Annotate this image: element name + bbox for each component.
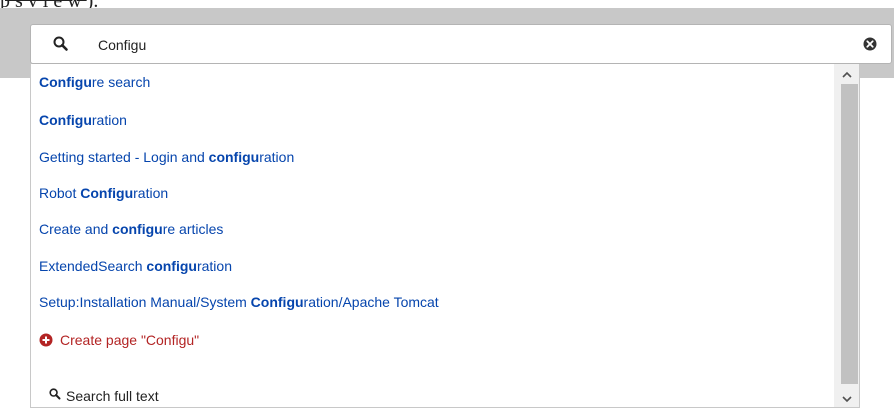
suggestion-match: configu [208,149,260,165]
scroll-up-button[interactable] [834,66,859,84]
create-page-label: Create page "Configu" [60,332,200,348]
suggestion-item[interactable]: ExtendedSearch configuration [39,258,232,274]
suggestion-text-prefix: Setup:Installation Manual/System [39,294,251,310]
search-icon [53,36,69,57]
suggestion-text-suffix: re articles [162,221,224,237]
search-input[interactable] [98,34,838,56]
suggestion-text-prefix: ExtendedSearch [39,258,147,274]
plus-circle-icon [39,333,53,350]
search-bar [30,24,892,64]
suggestion-text-suffix: ration [133,185,169,201]
suggestion-text-suffix: ration/Apache Tomcat [303,294,439,310]
suggestion-item[interactable]: Setup:Installation Manual/System Configu… [39,294,439,310]
suggestion-text-suffix: re search [91,74,151,90]
scrollbar-thumb[interactable] [841,84,858,384]
suggestion-match: configu [146,258,197,274]
suggestion-match: configu [112,221,163,237]
suggestion-text-suffix: ration [91,112,127,128]
clear-icon[interactable] [863,37,877,56]
suggestion-item[interactable]: Getting started - Login and configuratio… [39,149,294,165]
suggestion-match: Configu [39,112,92,128]
dropdown-scrollbar[interactable] [834,64,859,407]
search-full-text-label: Search full text [66,388,159,404]
create-page-link[interactable]: Create page "Configu" [39,332,199,350]
suggestion-text-prefix: Getting started - Login and [39,149,209,165]
suggestion-text-suffix: ration [259,149,295,165]
scroll-down-button[interactable] [834,390,859,407]
suggestion-match: Configu [250,294,304,310]
suggestion-item[interactable]: Create and configure articles [39,221,223,237]
suggestion-match: Configu [80,185,134,201]
suggestion-item[interactable]: Configure search [39,74,150,90]
suggestion-item[interactable]: Robot Configuration [39,185,168,201]
suggestion-text-suffix: ration [196,258,232,274]
suggestion-item[interactable]: Configuration [39,112,127,128]
suggestion-text-prefix: Create and [39,221,113,237]
suggestion-match: Configu [39,74,92,90]
suggestion-text-prefix: Robot [39,185,81,201]
search-icon [49,387,61,405]
suggestions-dropdown: Configure search Configuration Getting s… [30,64,860,408]
search-full-text-button[interactable]: Search full text [31,382,834,407]
